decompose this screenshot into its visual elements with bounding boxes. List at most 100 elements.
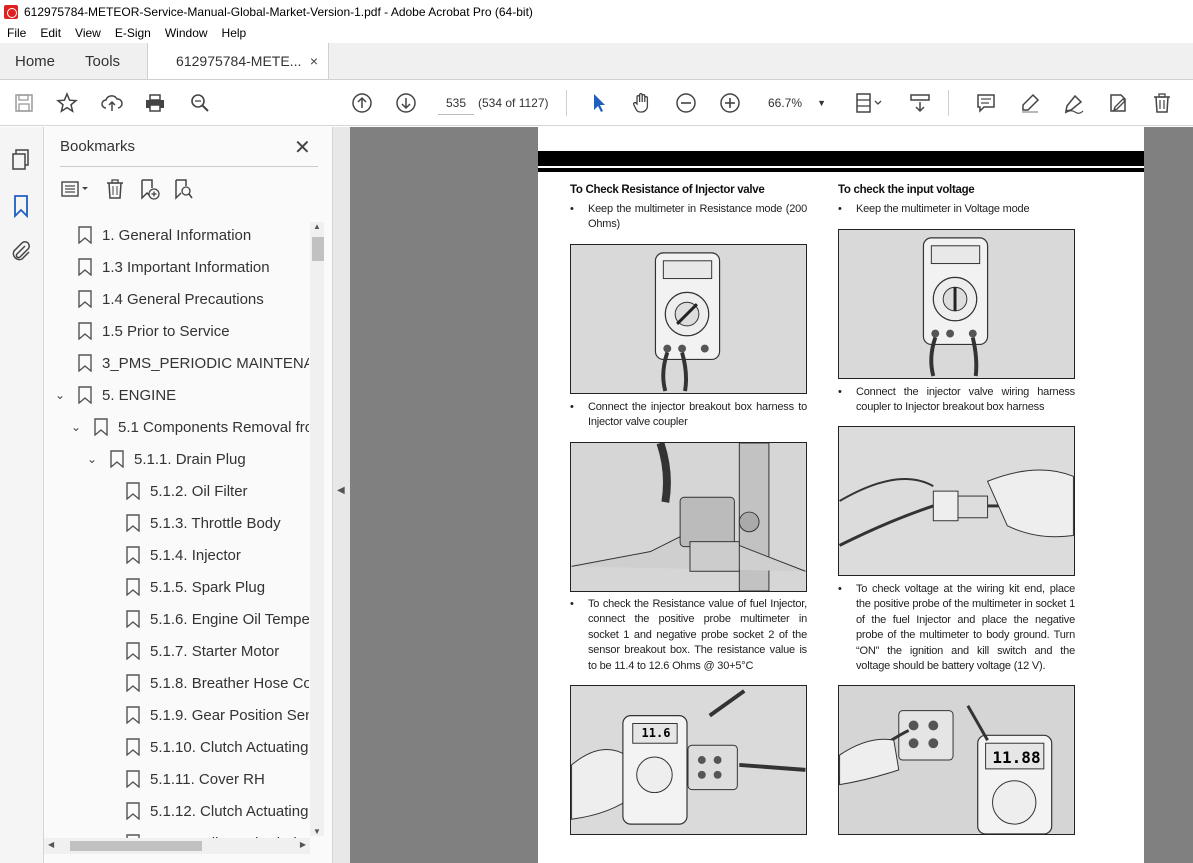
bookmark-label: 5.1.7. Starter Motor (150, 642, 280, 660)
bookmark-icon (78, 258, 92, 276)
bookmark-icon (78, 386, 92, 404)
bookmark-tools (58, 175, 204, 203)
bookmark-item[interactable]: 5.1.12. Clutch Actuating (108, 795, 308, 827)
fit-page-icon[interactable] (852, 91, 886, 115)
bookmark-item[interactable]: 5.1.5. Spark Plug (108, 571, 265, 603)
left-step-3: To check the Resistance value of fuel In… (588, 598, 807, 672)
bookmark-item[interactable]: 1.4 General Precautions (60, 283, 264, 315)
bookmark-icon (110, 450, 124, 468)
panel-collapse-handle[interactable]: ◀ (333, 127, 350, 863)
bookmark-label: 5.1.1. Drain Plug (134, 450, 246, 468)
right-step-3: To check voltage at the wiring kit end, … (856, 583, 1075, 673)
bullet-marker: • (838, 583, 842, 595)
highlight-pen-icon[interactable] (1018, 91, 1042, 115)
menu-view[interactable]: View (68, 26, 108, 40)
bookmark-item[interactable]: 1.5 Prior to Service (60, 315, 230, 347)
previous-page-icon[interactable] (350, 91, 374, 115)
bookmark-label: 5.1.2. Oil Filter (150, 482, 248, 500)
bookmark-icon (126, 482, 140, 500)
menu-window[interactable]: Window (158, 26, 215, 40)
menu-bar: File Edit View E-Sign Window Help (0, 23, 1193, 43)
bookmarks-panel: Bookmarks ✕ 1. General Information 1.3 I… (44, 127, 333, 863)
print-icon[interactable] (143, 91, 167, 115)
bookmark-icon (126, 546, 140, 564)
bookmark-item[interactable]: 5.1.6. Engine Oil Temper (108, 603, 309, 635)
delete-bookmark-icon[interactable] (102, 176, 128, 202)
bookmark-item[interactable]: 5.1.2. Oil Filter (108, 475, 248, 507)
zoom-out-icon[interactable] (674, 91, 698, 115)
delete-icon[interactable] (1150, 91, 1174, 115)
tab-document[interactable]: 612975784-METE... × (147, 43, 330, 79)
star-icon[interactable] (55, 91, 79, 115)
bookmark-item[interactable]: 5.1.9. Gear Position Sens (108, 699, 309, 731)
page-number-input[interactable] (438, 91, 474, 115)
chevron-down-icon[interactable]: ⌄ (84, 452, 100, 466)
options-menu-icon[interactable] (58, 176, 94, 202)
page-thumbnails-icon[interactable] (9, 147, 33, 171)
bookmark-horizontal-scrollbar[interactable]: ◀ ▶ (44, 838, 310, 854)
bookmark-label: 5. ENGINE (102, 386, 177, 404)
save-icon[interactable] (12, 91, 36, 115)
bookmark-item[interactable]: 1.3 Important Information (60, 251, 270, 283)
bullet-marker: • (570, 598, 574, 610)
toolbar-divider (566, 90, 567, 116)
bookmark-item[interactable]: 5.1.10. Clutch Actuating (108, 731, 308, 763)
next-page-icon[interactable] (394, 91, 418, 115)
hand-tool-icon[interactable] (630, 91, 654, 115)
resistance-reading-figure: 11.6 (570, 685, 807, 835)
bookmark-panel-icon[interactable] (9, 194, 33, 219)
divider (60, 166, 318, 167)
edit-pdf-icon[interactable] (1106, 91, 1130, 115)
cloud-upload-icon[interactable] (100, 91, 124, 115)
new-bookmark-icon[interactable] (136, 176, 162, 202)
injector-coupler-figure (570, 442, 807, 592)
bookmark-item[interactable]: 5.1.7. Starter Motor (108, 635, 279, 667)
bookmark-icon (126, 738, 140, 756)
bookmark-item[interactable]: ⌄ 5. ENGINE (52, 379, 176, 411)
document-viewer[interactable]: To Check Resistance of Injector valve • … (350, 127, 1193, 863)
bookmark-list: 1. General Information 1.3 Important Inf… (44, 219, 309, 845)
tab-home[interactable]: Home (0, 43, 70, 79)
title-bar: 612975784-METEOR-Service-Manual-Global-M… (0, 0, 1193, 23)
page-count: (534 of 1127) (478, 96, 549, 110)
attachment-icon[interactable] (9, 239, 33, 263)
tab-tools[interactable]: Tools (70, 43, 135, 79)
scroll-mode-icon[interactable] (908, 91, 932, 115)
scrollbar-thumb[interactable] (70, 841, 202, 851)
right-step-2: Connect the injector valve wiring harnes… (856, 386, 1075, 414)
comment-icon[interactable] (974, 91, 998, 115)
bookmark-item[interactable]: 5.1.3. Throttle Body (108, 507, 281, 539)
menu-edit[interactable]: Edit (33, 26, 68, 40)
tab-close-icon[interactable]: × (310, 53, 318, 69)
right-column-heading: To check the input voltage (838, 184, 975, 196)
find-bookmark-icon[interactable] (170, 176, 196, 202)
bookmark-item[interactable]: 3_PMS_PERIODIC MAINTENANC (60, 347, 309, 379)
window-title: 612975784-METEOR-Service-Manual-Global-M… (24, 4, 533, 19)
bullet-marker: • (570, 203, 574, 215)
bookmark-item[interactable]: ⌄ 5.1.1. Drain Plug (84, 443, 246, 475)
bookmark-item[interactable]: 5.1.8. Breather Hose Cor (108, 667, 309, 699)
bookmark-item[interactable]: 1. General Information (60, 219, 251, 251)
search-zoom-icon[interactable] (188, 91, 212, 115)
header-rule (538, 168, 1144, 172)
meter-reading-left: 11.6 (641, 726, 671, 740)
zoom-select[interactable]: 66.7% ▼ (760, 91, 830, 115)
sign-pen-icon[interactable] (1062, 91, 1086, 115)
scrollbar-thumb[interactable] (312, 237, 324, 261)
bookmark-label: 5.1.5. Spark Plug (150, 578, 266, 596)
menu-file[interactable]: File (0, 26, 33, 40)
zoom-in-icon[interactable] (718, 91, 742, 115)
bookmark-item[interactable]: 5.1.11. Cover RH (108, 763, 265, 795)
bookmark-item[interactable]: 5.1.4. Injector (108, 539, 241, 571)
select-cursor-icon[interactable] (587, 91, 611, 115)
bookmark-vertical-scrollbar[interactable]: ▲ ▼ (310, 222, 324, 836)
voltage-reading-figure: 11.88 (838, 685, 1075, 835)
chevron-down-icon[interactable]: ⌄ (52, 388, 68, 402)
bookmark-icon (78, 226, 92, 244)
chevron-down-icon[interactable]: ⌄ (68, 420, 84, 434)
bookmark-item[interactable]: ⌄ 5.1 Components Removal fro (68, 411, 309, 443)
bookmark-icon (126, 610, 140, 628)
menu-help[interactable]: Help (215, 26, 254, 40)
menu-esign[interactable]: E-Sign (108, 26, 158, 40)
close-icon[interactable]: ✕ (294, 135, 311, 160)
